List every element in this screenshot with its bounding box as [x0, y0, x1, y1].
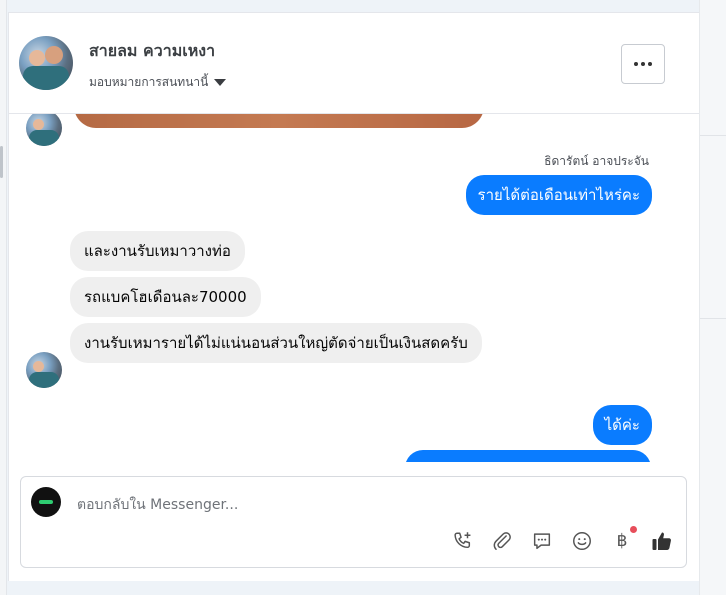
page: สายลม ความเหงา มอบหมายการสนทนานี้ ธิดารั…: [0, 0, 726, 595]
add-call-icon[interactable]: [450, 529, 474, 553]
composer-toolbar: ฿: [450, 526, 674, 553]
message-bubble-incoming[interactable]: และงานรับเหมาวางท่อ: [70, 231, 245, 271]
image-attachment[interactable]: [74, 114, 484, 128]
left-rail: [0, 0, 7, 595]
emoji-icon[interactable]: [570, 529, 594, 553]
reply-composer: ฿: [20, 476, 687, 568]
contact-avatar[interactable]: [19, 36, 73, 90]
message-bubble-outgoing-partial[interactable]: [405, 450, 651, 462]
assign-conversation-label: มอบหมายการสนทนานี้: [89, 75, 209, 89]
attachment-icon[interactable]: [490, 529, 514, 553]
notification-dot: [630, 526, 637, 533]
chat-window: สายลม ความเหงา มอบหมายการสนทนานี้ ธิดารั…: [8, 12, 699, 581]
divider: [700, 135, 726, 136]
contact-avatar-small: [26, 352, 62, 388]
chat-header: สายลม ความเหงา มอบหมายการสนทนานี้: [9, 13, 699, 114]
more-options-button[interactable]: [621, 44, 665, 84]
like-icon[interactable]: [650, 529, 674, 553]
contact-avatar-small: [26, 114, 62, 146]
message-bubble-incoming[interactable]: รถแบคโฮเดือนละ70000: [70, 277, 261, 317]
right-panel-edge: [699, 0, 726, 595]
page-avatar: [31, 487, 61, 517]
divider: [700, 318, 726, 319]
message-bubble-outgoing[interactable]: ได้ค่ะ: [592, 405, 652, 445]
contact-name[interactable]: สายลม ความเหงา: [89, 39, 215, 64]
message-list: ธิดารัตน์ อาจประจัน รายได้ต่อเดือนเท่าไห…: [9, 114, 683, 462]
assign-conversation-dropdown[interactable]: มอบหมายการสนทนานี้: [89, 73, 227, 92]
sender-name: ธิดารัตน์ อาจประจัน: [544, 154, 649, 168]
baht-symbol: ฿: [616, 531, 628, 551]
baht-payment-icon[interactable]: ฿: [610, 526, 637, 553]
message-bubble-incoming[interactable]: งานรับเหมารายได้ไม่แน่นอนส่วนใหญ่ตัดจ่าย…: [70, 323, 482, 363]
rail-handle[interactable]: [0, 146, 3, 178]
reply-input[interactable]: [75, 493, 639, 517]
caret-down-icon: [214, 79, 227, 86]
saved-reply-icon[interactable]: [530, 529, 554, 553]
more-horizontal-icon: [634, 62, 652, 66]
message-bubble-outgoing[interactable]: รายได้ต่อเดือนเท่าไหร่คะ: [465, 175, 652, 215]
